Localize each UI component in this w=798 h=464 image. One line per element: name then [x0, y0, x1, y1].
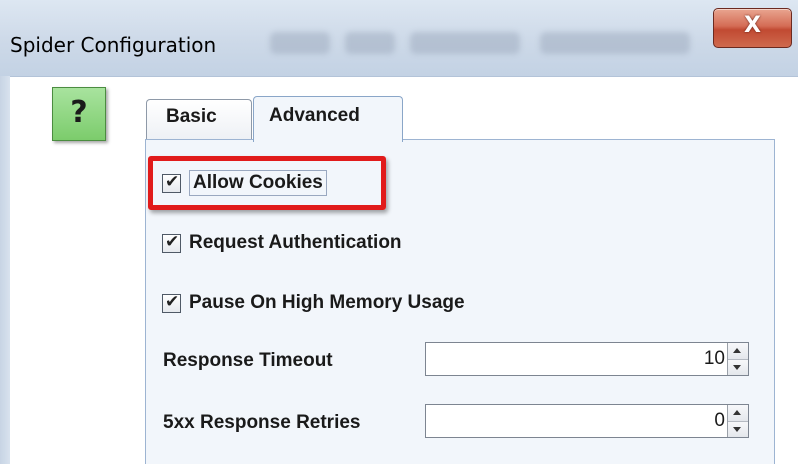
response-timeout-label: Response Timeout — [163, 350, 333, 371]
response-timeout-input[interactable] — [426, 343, 727, 375]
window-frame-left — [0, 76, 10, 464]
response-timeout-increment-button[interactable] — [728, 343, 748, 360]
spider-configuration-window: Spider Configuration X ? Basic Advanced … — [0, 0, 798, 464]
arrow-down-icon — [733, 364, 741, 370]
response-retries-spinner[interactable] — [425, 404, 749, 438]
response-timeout-spinner[interactable] — [425, 342, 749, 376]
tab-advanced[interactable]: Advanced — [253, 96, 403, 142]
help-button[interactable]: ? — [52, 87, 106, 141]
response-timeout-spinner-buttons — [727, 343, 748, 375]
tab-basic-label: Basic — [166, 106, 217, 127]
blurred-area — [540, 32, 690, 54]
blurred-area — [410, 32, 520, 54]
tab-basic[interactable]: Basic — [146, 99, 252, 139]
request-authentication-checkbox-row[interactable]: ✔ Request Authentication — [162, 228, 402, 258]
response-timeout-decrement-button[interactable] — [728, 359, 748, 375]
highlight-box — [148, 156, 386, 210]
blurred-area — [345, 32, 395, 54]
response-retries-spinner-buttons — [727, 405, 748, 437]
close-button[interactable]: X — [713, 8, 792, 48]
request-authentication-label: Request Authentication — [189, 232, 402, 253]
pause-on-high-memory-checkbox-row[interactable]: ✔ Pause On High Memory Usage — [162, 288, 465, 318]
help-icon: ? — [70, 95, 88, 130]
close-icon: X — [744, 13, 761, 38]
response-retries-increment-button[interactable] — [728, 405, 748, 422]
check-icon: ✔ — [165, 231, 180, 252]
pause-on-high-memory-label: Pause On High Memory Usage — [189, 292, 465, 313]
arrow-up-icon — [733, 410, 741, 415]
window-title: Spider Configuration — [10, 33, 217, 57]
pause-on-high-memory-checkbox[interactable]: ✔ — [162, 291, 181, 313]
check-icon: ✔ — [165, 291, 180, 312]
tab-advanced-label: Advanced — [269, 105, 360, 126]
blurred-area — [270, 32, 330, 54]
response-retries-label: 5xx Response Retries — [163, 412, 361, 433]
title-bar[interactable]: Spider Configuration X — [0, 0, 798, 77]
response-retries-decrement-button[interactable] — [728, 421, 748, 437]
arrow-down-icon — [733, 426, 741, 432]
response-retries-input[interactable] — [426, 405, 727, 437]
request-authentication-checkbox[interactable]: ✔ — [162, 231, 181, 253]
arrow-up-icon — [733, 348, 741, 353]
